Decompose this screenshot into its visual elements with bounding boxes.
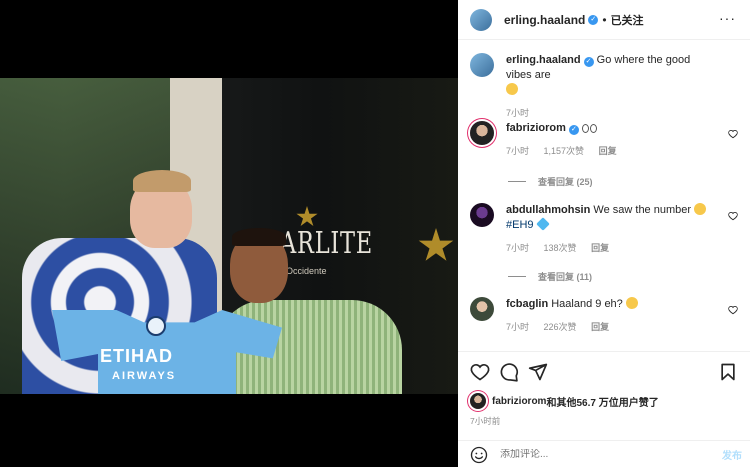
commenter-avatar[interactable] bbox=[470, 297, 494, 321]
post-actions: fabriziorom 和其他56.7 万位用户赞了 7小时前 发布 bbox=[458, 351, 750, 467]
comment-like-heart-icon[interactable] bbox=[728, 305, 738, 315]
verified-badge-icon: ✓ bbox=[588, 14, 599, 25]
verified-badge-icon: ✓ bbox=[583, 57, 594, 67]
blue-heart-emoji-icon bbox=[535, 217, 550, 231]
star-struck-emoji-icon bbox=[625, 297, 638, 309]
comment-likes[interactable]: 1,157次赞 bbox=[544, 146, 585, 156]
club-crest bbox=[146, 316, 166, 336]
comment-hashtag[interactable]: #EH9 bbox=[506, 219, 534, 231]
commenter-avatar[interactable] bbox=[470, 121, 494, 145]
jersey-sponsor-text: ETIHAD bbox=[100, 346, 173, 366]
likes-count-text[interactable]: 和其他56.7 万位用户赞了 bbox=[546, 394, 658, 409]
view-replies-button[interactable]: 查看回复 (11) bbox=[508, 270, 592, 283]
comment-text: Haaland 9 eh? bbox=[551, 298, 623, 310]
comment-like-heart-icon[interactable] bbox=[728, 129, 738, 139]
view-replies-label[interactable]: 查看回复 (25) bbox=[538, 175, 593, 188]
person-left-hair bbox=[133, 170, 191, 192]
smiley-icon[interactable] bbox=[470, 446, 488, 464]
author-username[interactable]: erling.haaland bbox=[504, 13, 585, 27]
smile-emoji-icon bbox=[694, 203, 707, 215]
reply-button[interactable]: 回复 bbox=[591, 243, 609, 253]
commenter-username[interactable]: fabriziorom bbox=[506, 122, 566, 134]
photo-venue-sign: ARLITE bbox=[280, 226, 373, 261]
comment-icon[interactable] bbox=[499, 362, 519, 382]
comment-time: 7小时 bbox=[506, 322, 530, 332]
comment-item: abdullahmohsin We saw the number #EH9 7小… bbox=[470, 203, 740, 256]
comment-time: 7小时 bbox=[506, 146, 530, 156]
more-options-icon[interactable]: ··· bbox=[719, 10, 736, 26]
person-right-hair bbox=[232, 228, 286, 246]
eyes-emoji-icon bbox=[581, 124, 589, 133]
add-comment-input[interactable] bbox=[500, 449, 722, 460]
photo-star-decoration bbox=[296, 206, 318, 227]
post-details-panel: erling.haaland ✓ • 已关注 ··· erling.haalan… bbox=[458, 0, 750, 467]
comment-time: 7小时 bbox=[506, 243, 530, 253]
eyes-emoji-icon bbox=[589, 124, 597, 133]
view-replies-button[interactable]: 查看回复 (25) bbox=[508, 175, 593, 188]
comment-like-heart-icon[interactable] bbox=[728, 211, 738, 221]
reply-button[interactable]: 回复 bbox=[591, 322, 609, 332]
comment-item: fcbaglin Haaland 9 eh? 7小时 226次赞 回复 bbox=[470, 297, 740, 335]
comments-list[interactable]: erling.haaland ✓ Go where the good vibes … bbox=[458, 41, 750, 351]
add-comment-bar: 发布 bbox=[458, 440, 750, 467]
comment-item: fabriziorom ✓ 7小时 1,157次赞 回复 bbox=[470, 121, 740, 159]
verified-badge-icon: ✓ bbox=[568, 125, 579, 135]
paper-plane-icon[interactable] bbox=[528, 362, 548, 382]
caption-author-username[interactable]: erling.haaland bbox=[506, 54, 581, 66]
heart-icon[interactable] bbox=[470, 362, 490, 382]
post-media-area: ARLITE Occidente ETIHAD AIRWAYS bbox=[0, 0, 458, 467]
post-header: erling.haaland ✓ • 已关注 ··· bbox=[458, 0, 750, 40]
instagram-post-modal: ARLITE Occidente ETIHAD AIRWAYS erling.h… bbox=[0, 0, 750, 467]
caption-time: 7小时 bbox=[506, 108, 530, 118]
liker-avatar[interactable] bbox=[470, 393, 486, 409]
comment-likes[interactable]: 138次赞 bbox=[544, 243, 577, 253]
photo-star-decoration-large bbox=[418, 228, 454, 261]
post-timestamp[interactable]: 7小时前 bbox=[470, 415, 500, 427]
post-comment-button[interactable]: 发布 bbox=[722, 447, 742, 462]
photo-venue-subtext: Occidente bbox=[286, 266, 327, 276]
jersey-sponsor-subtext: AIRWAYS bbox=[112, 370, 177, 382]
comment-likes[interactable]: 226次赞 bbox=[544, 322, 577, 332]
bookmark-icon[interactable] bbox=[718, 362, 738, 382]
author-avatar[interactable] bbox=[470, 8, 492, 31]
replies-divider-line bbox=[508, 276, 526, 277]
caption-author-avatar[interactable] bbox=[470, 53, 494, 77]
replies-divider-line bbox=[508, 181, 526, 182]
reply-button[interactable]: 回复 bbox=[599, 146, 617, 156]
post-caption: erling.haaland ✓ Go where the good vibes … bbox=[470, 53, 740, 121]
comment-text: We saw the number bbox=[593, 204, 692, 216]
commenter-username[interactable]: abdullahmohsin bbox=[506, 204, 590, 216]
following-button[interactable]: 已关注 bbox=[611, 12, 644, 28]
smile-emoji-icon bbox=[506, 83, 518, 95]
view-replies-label[interactable]: 查看回复 (11) bbox=[538, 270, 592, 283]
liker-username[interactable]: fabriziorom bbox=[492, 396, 546, 407]
likes-summary[interactable]: fabriziorom 和其他56.7 万位用户赞了 bbox=[470, 393, 659, 409]
post-photo[interactable]: ARLITE Occidente ETIHAD AIRWAYS bbox=[0, 78, 458, 394]
header-separator: • bbox=[602, 12, 607, 27]
commenter-username[interactable]: fcbaglin bbox=[506, 298, 548, 310]
commenter-avatar[interactable] bbox=[470, 203, 494, 227]
